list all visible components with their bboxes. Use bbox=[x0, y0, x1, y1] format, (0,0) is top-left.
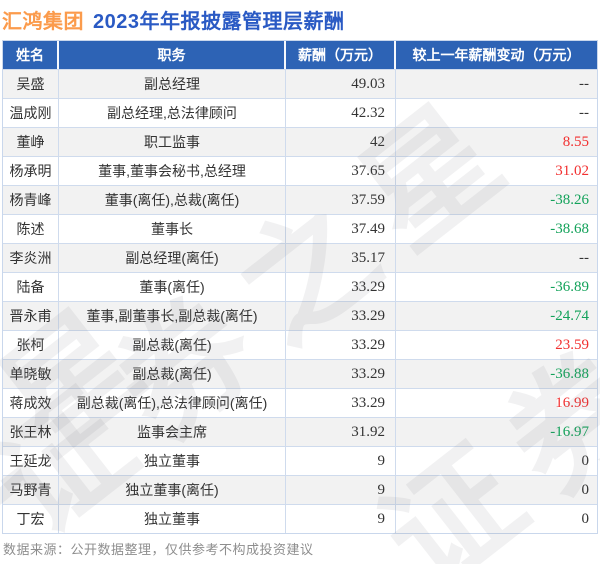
cell-name: 吴盛 bbox=[3, 70, 59, 98]
table-row: 杨青峰 董事(离任),总裁(离任) 37.59 -38.26 bbox=[3, 185, 597, 214]
cell-name: 杨青峰 bbox=[3, 186, 59, 214]
table-row: 温成刚 副总经理,总法律顾问 42.32 -- bbox=[3, 98, 597, 127]
header-name: 姓名 bbox=[3, 41, 59, 69]
management-salary-table: 姓名 职务 薪酬（万元） 较上一年薪酬变动（万元） 吴盛 副总经理 49.03 … bbox=[2, 40, 598, 534]
table-row: 董峥 职工监事 42 8.55 bbox=[3, 127, 597, 156]
cell-salary: 9 bbox=[286, 505, 396, 533]
cell-change: 31.02 bbox=[555, 163, 589, 179]
cell-name: 蒋成效 bbox=[3, 389, 59, 417]
cell-name: 单晓敏 bbox=[3, 360, 59, 388]
cell-name: 董峥 bbox=[3, 128, 59, 156]
cell-name: 张柯 bbox=[3, 331, 59, 359]
cell-change: -- bbox=[579, 105, 589, 121]
title-text: 2023年年报披露管理层薪酬 bbox=[93, 11, 345, 33]
cell-position: 监事会主席 bbox=[59, 418, 286, 446]
cell-salary: 42 bbox=[286, 128, 396, 156]
page-title: 汇鸿集团 2023年年报披露管理层薪酬 bbox=[2, 5, 345, 34]
table-row: 丁宏 独立董事 9 0 bbox=[3, 504, 597, 533]
cell-change: 8.55 bbox=[562, 134, 589, 150]
table-row: 单晓敏 副总裁(离任) 33.29 -36.88 bbox=[3, 359, 597, 388]
cell-name: 杨承明 bbox=[3, 157, 59, 185]
cell-position: 独立董事(离任) bbox=[59, 476, 286, 504]
cell-salary: 37.49 bbox=[286, 215, 396, 243]
cell-position: 董事(离任),总裁(离任) bbox=[59, 186, 286, 214]
cell-position: 董事,副董事长,副总裁(离任) bbox=[59, 302, 286, 330]
cell-salary: 33.29 bbox=[286, 273, 396, 301]
header-salary: 薪酬（万元） bbox=[286, 41, 396, 69]
cell-change: -36.89 bbox=[550, 279, 589, 295]
cell-change: -36.88 bbox=[550, 366, 589, 382]
table-row: 陆备 董事(离任) 33.29 -36.89 bbox=[3, 272, 597, 301]
cell-position: 独立董事 bbox=[59, 447, 286, 475]
cell-name: 王延龙 bbox=[3, 447, 59, 475]
cell-name: 陈述 bbox=[3, 215, 59, 243]
cell-change: 0 bbox=[581, 482, 590, 498]
cell-change: 16.99 bbox=[555, 395, 589, 411]
table-row: 王延龙 独立董事 9 0 bbox=[3, 446, 597, 475]
cell-name: 李炎洲 bbox=[3, 244, 59, 272]
table-row: 李炎洲 副总经理(离任) 35.17 -- bbox=[3, 243, 597, 272]
table-header-row: 姓名 职务 薪酬（万元） 较上一年薪酬变动（万元） bbox=[3, 41, 597, 69]
cell-salary: 31.92 bbox=[286, 418, 396, 446]
cell-salary: 33.29 bbox=[286, 360, 396, 388]
cell-salary: 33.29 bbox=[286, 302, 396, 330]
cell-salary: 33.29 bbox=[286, 331, 396, 359]
cell-name: 晋永甫 bbox=[3, 302, 59, 330]
cell-position: 董事长 bbox=[59, 215, 286, 243]
table-row: 张柯 副总裁(离任) 33.29 23.59 bbox=[3, 330, 597, 359]
cell-change: -38.68 bbox=[550, 221, 589, 237]
data-source-note: 数据来源：公开数据整理，仅供参考不构成投资建议 bbox=[3, 542, 314, 557]
cell-salary: 9 bbox=[286, 476, 396, 504]
cell-name: 温成刚 bbox=[3, 99, 59, 127]
cell-salary: 37.59 bbox=[286, 186, 396, 214]
cell-position: 董事,董事会秘书,总经理 bbox=[59, 157, 286, 185]
cell-salary: 33.29 bbox=[286, 389, 396, 417]
cell-change: -- bbox=[579, 250, 589, 266]
cell-position: 独立董事 bbox=[59, 505, 286, 533]
cell-position: 副总裁(离任) bbox=[59, 360, 286, 388]
cell-change: 23.59 bbox=[555, 337, 589, 353]
cell-position: 董事(离任) bbox=[59, 273, 286, 301]
cell-change: -16.97 bbox=[550, 424, 589, 440]
header-position: 职务 bbox=[59, 41, 286, 69]
cell-name: 马野青 bbox=[3, 476, 59, 504]
cell-position: 副总裁(离任) bbox=[59, 331, 286, 359]
cell-change: -24.74 bbox=[550, 308, 589, 324]
cell-position: 副总经理(离任) bbox=[59, 244, 286, 272]
cell-salary: 42.32 bbox=[286, 99, 396, 127]
cell-salary: 9 bbox=[286, 447, 396, 475]
table-row: 吴盛 副总经理 49.03 -- bbox=[3, 69, 597, 98]
cell-change: -38.26 bbox=[550, 192, 589, 208]
table-row: 张王林 监事会主席 31.92 -16.97 bbox=[3, 417, 597, 446]
table-row: 蒋成效 副总裁(离任),总法律顾问(离任) 33.29 16.99 bbox=[3, 388, 597, 417]
report-page: 汇鸿集团 2023年年报披露管理层薪酬 姓名 职务 薪酬（万元） 较上一年薪酬变动… bbox=[0, 0, 600, 564]
cell-position: 副总经理 bbox=[59, 70, 286, 98]
table-row: 晋永甫 董事,副董事长,副总裁(离任) 33.29 -24.74 bbox=[3, 301, 597, 330]
cell-position: 副总经理,总法律顾问 bbox=[59, 99, 286, 127]
cell-salary: 37.65 bbox=[286, 157, 396, 185]
cell-salary: 49.03 bbox=[286, 70, 396, 98]
cell-name: 张王林 bbox=[3, 418, 59, 446]
cell-position: 职工监事 bbox=[59, 128, 286, 156]
cell-change: -- bbox=[579, 76, 589, 92]
company-name: 汇鸿集团 bbox=[2, 11, 84, 33]
cell-salary: 35.17 bbox=[286, 244, 396, 272]
table-row: 杨承明 董事,董事会秘书,总经理 37.65 31.02 bbox=[3, 156, 597, 185]
cell-name: 陆备 bbox=[3, 273, 59, 301]
table-row: 陈述 董事长 37.49 -38.68 bbox=[3, 214, 597, 243]
cell-name: 丁宏 bbox=[3, 505, 59, 533]
table-row: 马野青 独立董事(离任) 9 0 bbox=[3, 475, 597, 504]
cell-change: 0 bbox=[581, 453, 590, 469]
cell-change: 0 bbox=[581, 511, 590, 527]
header-change: 较上一年薪酬变动（万元） bbox=[412, 47, 581, 63]
table-body: 吴盛 副总经理 49.03 -- 温成刚 副总经理,总法律顾问 42.32 --… bbox=[3, 69, 597, 533]
cell-position: 副总裁(离任),总法律顾问(离任) bbox=[59, 389, 286, 417]
